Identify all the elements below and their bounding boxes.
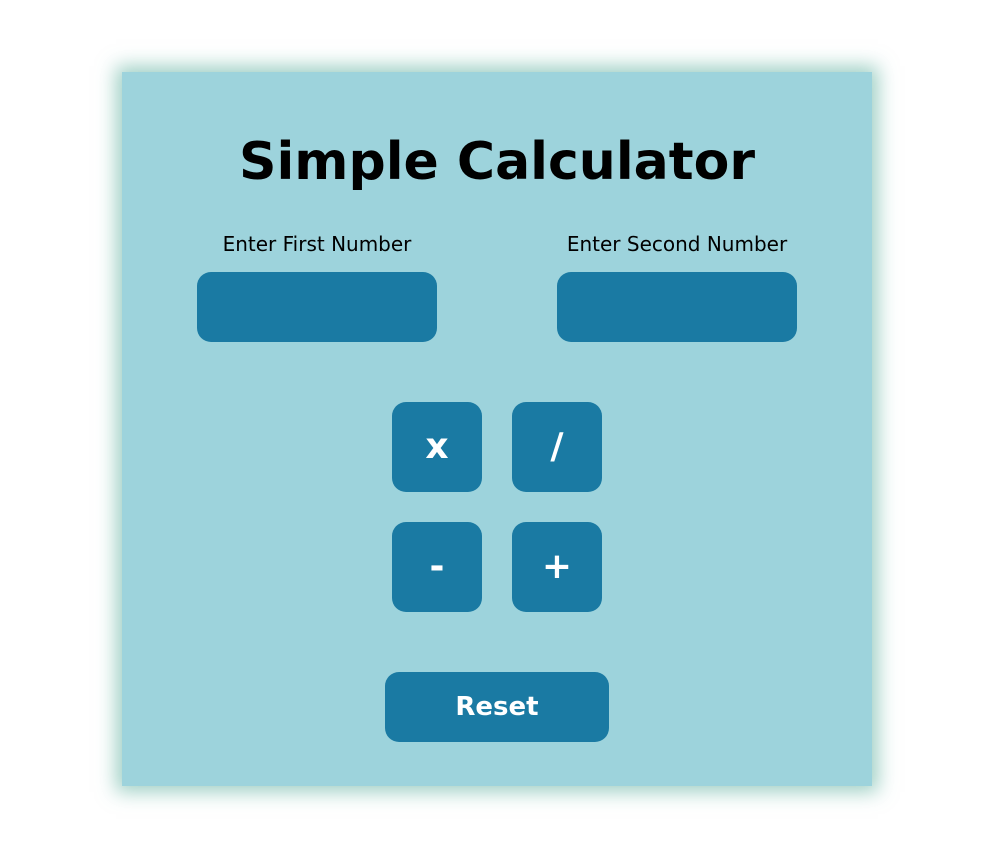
- first-number-input[interactable]: [197, 272, 437, 342]
- reset-button[interactable]: Reset: [385, 672, 609, 742]
- first-number-label: Enter First Number: [222, 232, 412, 256]
- multiply-button[interactable]: x: [392, 402, 482, 492]
- page-title: Simple Calculator: [239, 132, 755, 192]
- add-button[interactable]: +: [512, 522, 602, 612]
- divide-button[interactable]: /: [512, 402, 602, 492]
- second-number-input[interactable]: [557, 272, 797, 342]
- subtract-button[interactable]: -: [392, 522, 482, 612]
- second-number-label: Enter Second Number: [566, 232, 788, 256]
- calculator-card: Simple Calculator Enter First Number Ent…: [122, 72, 872, 786]
